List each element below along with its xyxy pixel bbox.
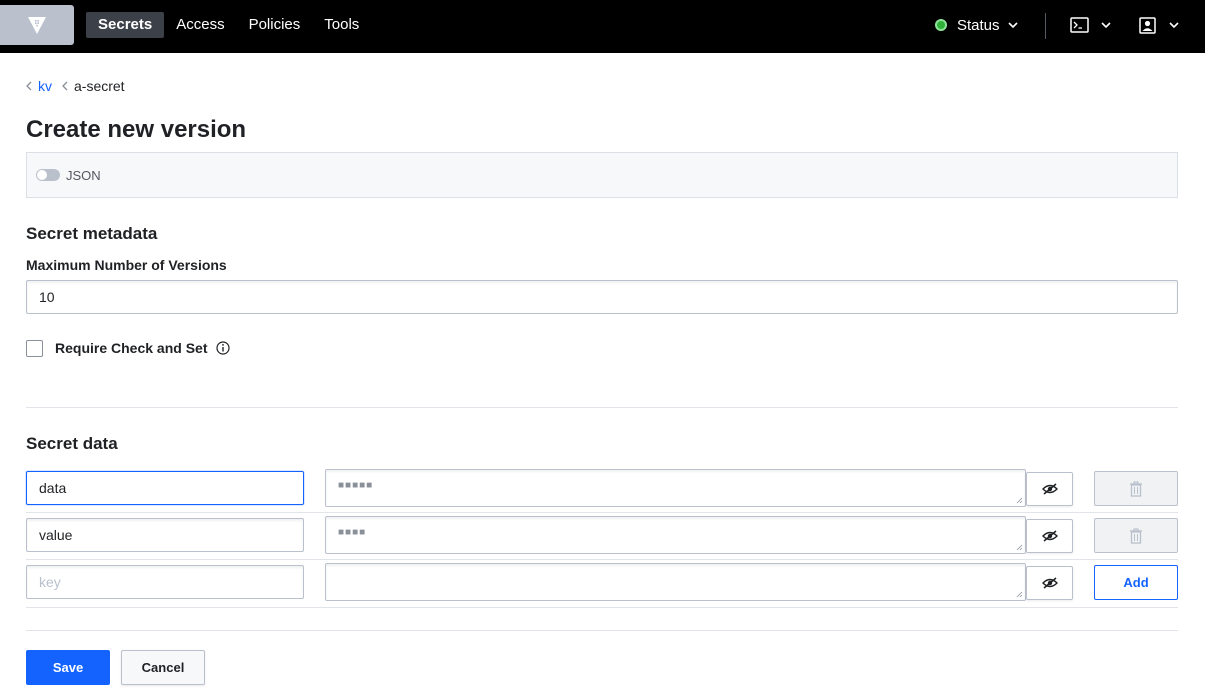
section-divider bbox=[26, 407, 1178, 408]
masked-value: ■■■■ bbox=[338, 527, 367, 538]
chevron-down-icon bbox=[1169, 21, 1179, 28]
new-key-input[interactable] bbox=[26, 565, 304, 599]
delete-row-button[interactable] bbox=[1094, 471, 1178, 506]
breadcrumb-current: a-secret bbox=[74, 78, 125, 94]
eye-off-icon bbox=[1041, 483, 1058, 495]
nav-link-secrets[interactable]: Secrets bbox=[86, 12, 165, 38]
secret-value-textarea[interactable]: ■■■■ bbox=[325, 516, 1026, 554]
nav-link-policies[interactable]: Policies bbox=[237, 12, 313, 38]
resize-grip-icon[interactable] bbox=[1016, 544, 1023, 551]
status-indicator-icon bbox=[935, 19, 947, 31]
delete-row-button[interactable] bbox=[1094, 518, 1178, 553]
max-versions-input[interactable] bbox=[26, 280, 1178, 314]
vault-logo-icon bbox=[28, 17, 46, 34]
toggle-visibility-button[interactable] bbox=[1026, 519, 1073, 553]
chevron-down-icon bbox=[1007, 21, 1018, 28]
eye-off-icon bbox=[1041, 577, 1058, 589]
json-toolbar: JSON bbox=[26, 152, 1178, 198]
json-toggle-switch[interactable] bbox=[36, 169, 60, 181]
cancel-button[interactable]: Cancel bbox=[121, 650, 205, 685]
toggle-visibility-button[interactable] bbox=[1026, 566, 1073, 600]
main-nav-links: Secrets Access Policies Tools bbox=[86, 12, 371, 38]
chevron-down-icon bbox=[1101, 21, 1111, 28]
user-menu-button[interactable] bbox=[1139, 14, 1179, 36]
console-menu-button[interactable] bbox=[1070, 14, 1111, 36]
chevron-left-icon bbox=[62, 78, 68, 94]
row-divider bbox=[26, 559, 1178, 560]
trash-icon bbox=[1130, 480, 1142, 497]
secret-data-title: Secret data bbox=[26, 434, 118, 453]
resize-grip-icon[interactable] bbox=[1016, 497, 1023, 504]
row-divider bbox=[26, 607, 1178, 608]
page-title: Create new version bbox=[26, 116, 247, 143]
max-versions-label: Maximum Number of Versions bbox=[26, 257, 227, 273]
vault-logo[interactable] bbox=[0, 5, 74, 45]
secret-metadata-title: Secret metadata bbox=[26, 224, 158, 243]
info-icon[interactable] bbox=[215, 341, 230, 355]
check-and-set-checkbox[interactable] bbox=[26, 339, 43, 357]
nav-link-tools[interactable]: Tools bbox=[312, 12, 371, 38]
top-navigation: Secrets Access Policies Tools Status bbox=[0, 0, 1205, 53]
status-label: Status bbox=[957, 16, 1000, 34]
secret-value-textarea[interactable]: ■■■■■ bbox=[325, 469, 1026, 507]
user-icon bbox=[1139, 16, 1156, 34]
json-toggle-label[interactable]: JSON bbox=[66, 168, 101, 183]
new-value-textarea[interactable] bbox=[325, 563, 1026, 601]
toggle-visibility-button[interactable] bbox=[1026, 472, 1073, 506]
row-divider bbox=[26, 512, 1178, 513]
status-menu[interactable]: Status bbox=[935, 14, 1018, 36]
eye-off-icon bbox=[1041, 530, 1058, 542]
chevron-left-icon bbox=[26, 78, 32, 94]
check-and-set-label[interactable]: Require Check and Set bbox=[55, 340, 208, 356]
breadcrumb-link-kv[interactable]: kv bbox=[38, 78, 52, 94]
add-row-button[interactable]: Add bbox=[1094, 565, 1178, 600]
terminal-icon bbox=[1070, 17, 1089, 33]
save-button[interactable]: Save bbox=[26, 650, 110, 685]
footer-divider bbox=[26, 630, 1178, 631]
nav-link-access[interactable]: Access bbox=[164, 12, 236, 38]
check-and-set-row: Require Check and Set bbox=[26, 339, 230, 357]
breadcrumb: kv a-secret bbox=[26, 77, 125, 95]
secret-key-input[interactable] bbox=[26, 471, 304, 505]
masked-value: ■■■■■ bbox=[338, 480, 374, 491]
nav-divider bbox=[1045, 13, 1046, 39]
resize-grip-icon[interactable] bbox=[1016, 591, 1023, 598]
secret-key-input[interactable] bbox=[26, 518, 304, 552]
trash-icon bbox=[1130, 527, 1142, 544]
